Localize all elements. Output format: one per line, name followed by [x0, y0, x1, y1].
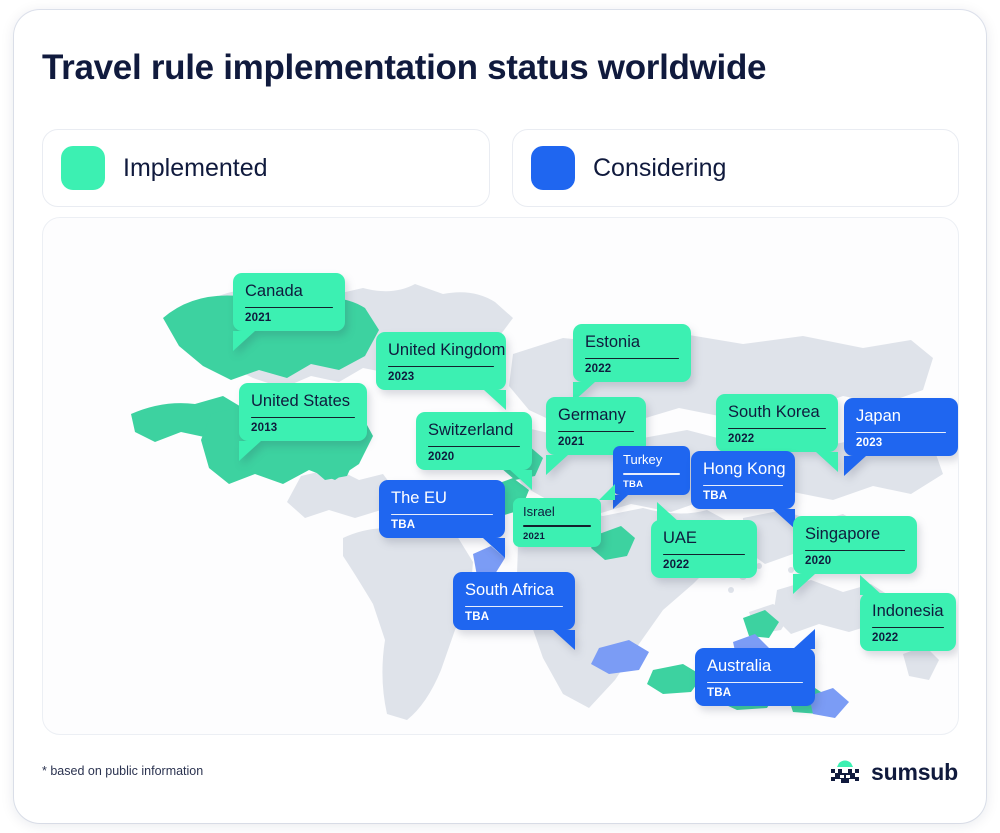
marker-year: 2022 — [872, 632, 899, 645]
marker-divider — [523, 525, 591, 527]
map-marker-turkey[interactable]: Turkey TBA — [613, 446, 690, 509]
marker-country: Australia — [707, 657, 772, 675]
world-map-panel: Canada 2021 United Kingdom 2023 Estonia … — [42, 217, 959, 735]
marker-year: 2023 — [388, 371, 415, 384]
map-marker-australia[interactable]: Australia TBA — [695, 629, 815, 707]
marker-year: TBA — [465, 611, 490, 624]
marker-tail — [793, 574, 815, 595]
marker-divider — [388, 365, 494, 368]
marker-year: 2021 — [245, 312, 272, 325]
marker-divider — [805, 549, 905, 552]
marker-tail — [599, 484, 615, 500]
marker-tail — [860, 575, 882, 595]
marker-year: 2020 — [428, 451, 455, 464]
marker-divider — [558, 430, 634, 433]
marker-divider — [728, 427, 826, 430]
marker-tail — [546, 455, 568, 476]
marker-divider — [428, 445, 520, 448]
legend-label-implemented: Implemented — [123, 153, 268, 182]
map-marker-singapore[interactable]: Singapore 2020 — [793, 516, 917, 595]
legend-swatch-implemented — [61, 146, 105, 190]
marker-divider — [707, 681, 803, 684]
marker-country: UAE — [663, 529, 697, 547]
marker-year: 2022 — [663, 559, 690, 572]
marker-divider — [663, 553, 745, 556]
marker-country: Indonesia — [872, 602, 944, 620]
marker-divider — [391, 513, 493, 516]
marker-tail — [484, 390, 506, 411]
infographic-card: Travel rule implementation status worldw… — [14, 10, 986, 823]
marker-year: 2020 — [805, 555, 832, 568]
marker-year: 2022 — [728, 433, 755, 446]
marker-tail — [553, 630, 575, 651]
marker-country: Estonia — [585, 333, 641, 351]
map-marker-japan[interactable]: Japan 2023 — [844, 398, 958, 477]
map-marker-south-africa[interactable]: South Africa TBA — [453, 572, 575, 651]
marker-country: United States — [251, 392, 351, 410]
marker-tail — [816, 452, 838, 473]
marker-year: TBA — [707, 687, 732, 700]
marker-divider — [856, 431, 946, 434]
marker-tail — [793, 629, 815, 649]
marker-country: Israel — [523, 504, 555, 519]
legend-swatch-considering — [531, 146, 575, 190]
marker-divider — [251, 416, 355, 419]
marker-country: Canada — [245, 282, 303, 300]
marker-tail — [483, 538, 505, 559]
marker-country: Germany — [558, 406, 626, 424]
marker-year: 2021 — [523, 530, 545, 542]
world-map-graphic — [131, 284, 943, 720]
marker-tail — [773, 509, 795, 530]
marker-divider — [872, 626, 944, 629]
page-title: Travel rule implementation status worldw… — [42, 48, 767, 87]
map-marker-israel[interactable]: Israel 2021 — [513, 484, 615, 547]
marker-tail — [657, 502, 679, 522]
marker-country: Singapore — [805, 525, 881, 543]
marker-tail — [844, 456, 866, 477]
map-marker-canada[interactable]: Canada 2021 — [233, 273, 345, 352]
sumsub-invader-icon — [831, 760, 860, 783]
marker-year: 2013 — [251, 422, 278, 435]
marker-tail — [510, 470, 532, 491]
marker-country: United Kingdom — [388, 341, 506, 359]
marker-country: Hong Kong — [703, 460, 786, 478]
marker-year: TBA — [391, 519, 416, 532]
marker-divider — [245, 306, 333, 309]
sumsub-logo: sumsub — [828, 758, 958, 786]
legend-label-considering: Considering — [593, 153, 727, 182]
marker-year: TBA — [623, 478, 644, 490]
map-marker-hong-kong[interactable]: Hong Kong TBA — [691, 451, 795, 530]
map-marker-united-states[interactable]: United States 2013 — [239, 383, 367, 462]
map-marker-indonesia[interactable]: Indonesia 2022 — [860, 575, 956, 652]
marker-divider — [623, 473, 680, 475]
marker-divider — [703, 484, 783, 487]
map-marker-south-korea[interactable]: South Korea 2022 — [716, 394, 838, 473]
marker-country: Turkey — [623, 452, 663, 467]
legend-item-considering: Considering — [512, 129, 959, 207]
marker-country: South Africa — [465, 581, 554, 599]
marker-tail — [233, 331, 255, 352]
map-marker-switzerland[interactable]: Switzerland 2020 — [416, 412, 532, 491]
marker-divider — [585, 357, 679, 360]
legend-item-implemented: Implemented — [42, 129, 490, 207]
marker-year: TBA — [703, 490, 728, 503]
marker-country: Switzerland — [428, 421, 514, 439]
sumsub-wordmark: sumsub — [871, 758, 958, 785]
map-marker-uae[interactable]: UAE 2022 — [651, 502, 757, 579]
marker-country: Japan — [856, 407, 901, 425]
map-marker-estonia[interactable]: Estonia 2022 — [573, 324, 691, 403]
marker-country: South Korea — [728, 403, 820, 421]
marker-tail — [239, 441, 261, 462]
marker-divider — [465, 605, 563, 608]
marker-country: The EU — [391, 489, 447, 507]
footnote: * based on public information — [42, 764, 204, 778]
map-marker-the-eu[interactable]: The EU TBA — [379, 480, 505, 559]
marker-year: 2023 — [856, 437, 883, 450]
marker-year: 2022 — [585, 363, 612, 376]
marker-tail — [613, 494, 628, 509]
map-marker-united-kingdom[interactable]: United Kingdom 2023 — [376, 332, 506, 411]
